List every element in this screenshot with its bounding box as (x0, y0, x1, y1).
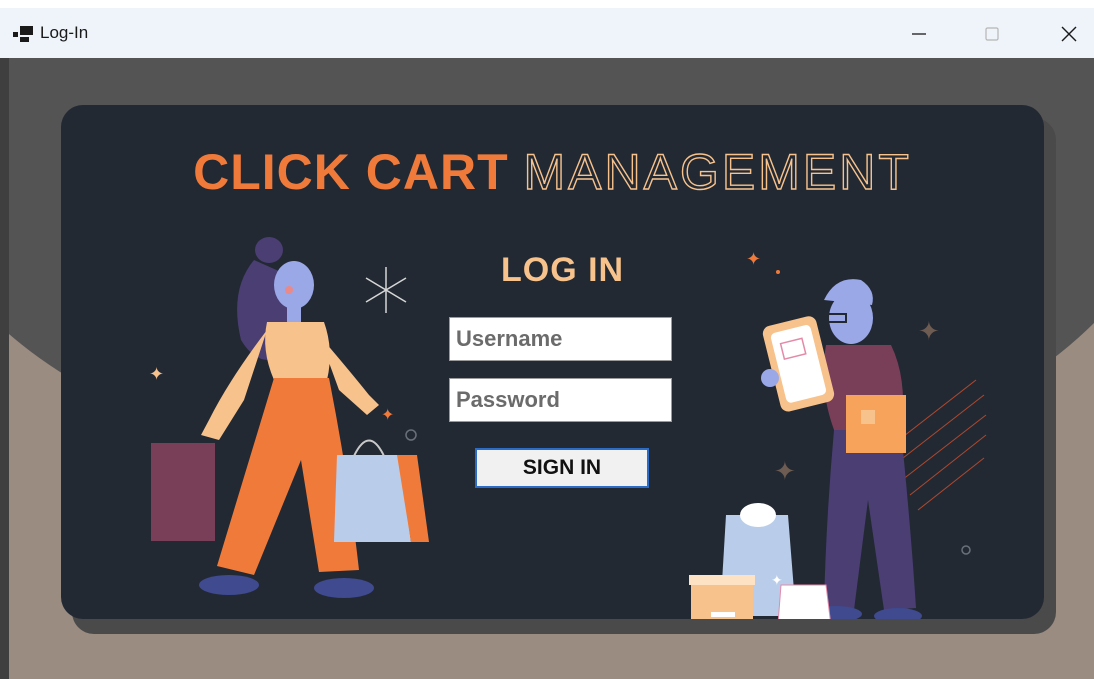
brand-title-part2: MANAGEMENT (523, 143, 912, 200)
brand-title: CLICK CART MANAGEMENT (61, 143, 1044, 201)
username-field[interactable]: Username (449, 317, 672, 361)
left-edge-strip (0, 58, 9, 679)
form-client-area: CLICK CART MANAGEMENT ✦ ✦ LOG IN Usernam… (0, 58, 1094, 679)
title-bar[interactable]: Log-In (0, 0, 1094, 58)
login-card: CLICK CART MANAGEMENT ✦ ✦ LOG IN Usernam… (61, 105, 1044, 619)
password-field[interactable]: Password (449, 378, 672, 422)
sign-in-button[interactable]: SIGN IN (475, 448, 649, 488)
minimize-button[interactable] (896, 16, 942, 52)
brand-title-part1: CLICK CART (193, 144, 509, 200)
close-button[interactable] (1046, 16, 1092, 52)
maximize-button (969, 16, 1015, 52)
window-title: Log-In (40, 23, 89, 42)
close-icon (1061, 26, 1077, 42)
login-window: Log-In CLICK CART MANAGEMENT ✦ ✦ LOG IN … (0, 0, 1094, 679)
svg-text:✦: ✦ (381, 405, 394, 424)
svg-text:✦: ✦ (774, 457, 796, 487)
minimize-icon (912, 33, 926, 35)
svg-text:✦: ✦ (746, 249, 761, 270)
delivery-person-illustration: ✦ ✦ ✦ ✦ (689, 249, 987, 619)
maximize-icon (985, 27, 999, 41)
password-placeholder: Password (456, 387, 560, 412)
sign-in-label: SIGN IN (522, 456, 602, 479)
app-window-icon (13, 26, 33, 42)
login-heading: LOG IN (501, 251, 625, 289)
asterisk-decoration (365, 267, 407, 313)
svg-text:✦: ✦ (771, 573, 783, 589)
svg-text:✦: ✦ (918, 317, 940, 347)
svg-text:✦: ✦ (149, 364, 164, 385)
username-placeholder: Username (456, 326, 563, 351)
